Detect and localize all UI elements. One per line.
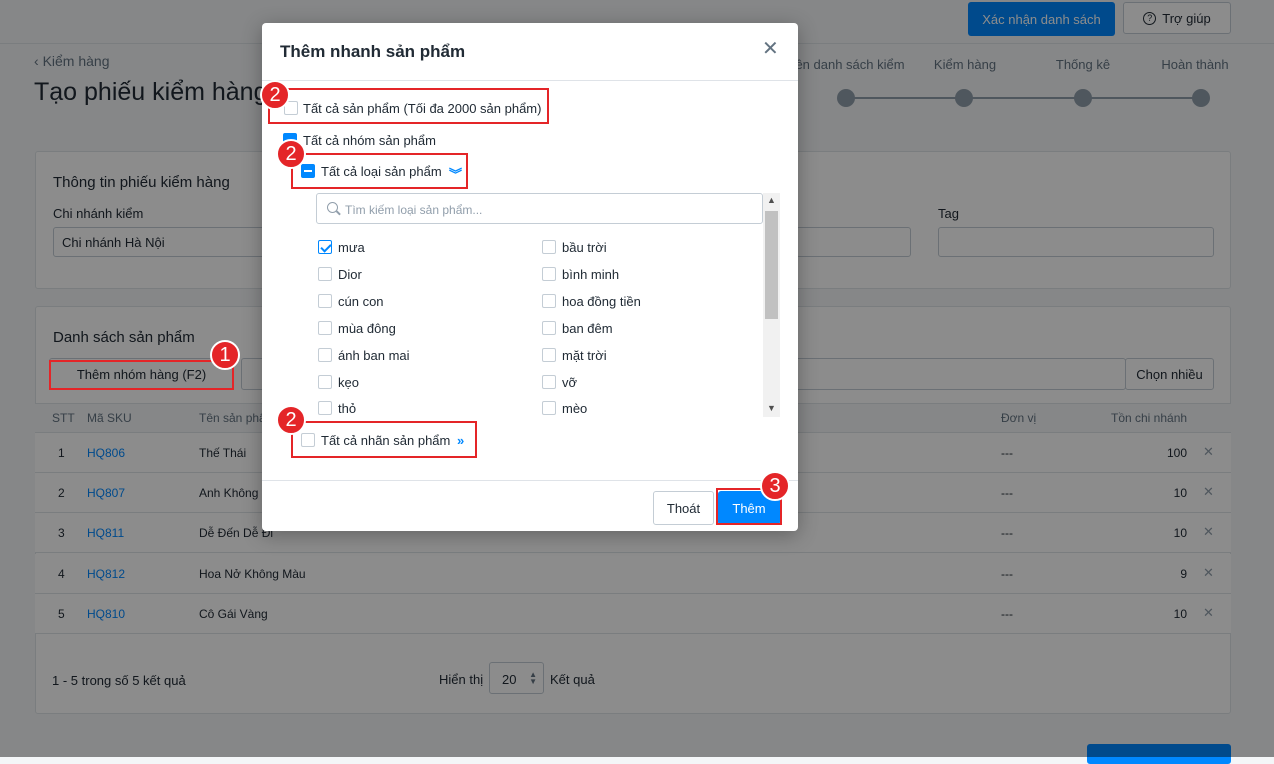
type-search-input[interactable]: Tìm kiếm loại sản phẩm... — [316, 193, 763, 224]
type-checkbox[interactable] — [542, 348, 556, 362]
type-checkbox[interactable] — [318, 294, 332, 308]
type-option: bầu trời — [562, 240, 607, 255]
type-option: hoa đồng tiền — [562, 294, 641, 309]
type-checkbox[interactable] — [318, 321, 332, 335]
cancel-button[interactable]: Thoát — [653, 491, 714, 525]
type-checkbox[interactable] — [542, 267, 556, 281]
type-option: ánh ban mai — [338, 348, 410, 363]
type-search-placeholder: Tìm kiếm loại sản phẩm... — [345, 203, 483, 217]
annotation-badge: 1 — [210, 340, 240, 370]
type-checkbox[interactable] — [318, 348, 332, 362]
type-checkbox[interactable] — [542, 240, 556, 254]
type-checkbox[interactable] — [542, 321, 556, 335]
type-checkbox[interactable] — [542, 375, 556, 389]
type-option: mặt trời — [562, 348, 607, 363]
type-option: bình minh — [562, 267, 620, 282]
modal-title: Thêm nhanh sản phẩm — [280, 42, 466, 61]
annotation-box — [49, 360, 234, 390]
type-checkbox[interactable] — [318, 267, 332, 281]
type-checkbox[interactable] — [318, 240, 332, 254]
scroll-up-icon: ▲ — [767, 195, 776, 205]
annotation-badge: 3 — [760, 471, 790, 501]
type-option: mèo — [562, 401, 588, 416]
scrollbar-thumb[interactable] — [765, 211, 778, 319]
annotation-badge: 2 — [260, 80, 290, 110]
type-option: mưa — [338, 240, 365, 255]
type-option: ban đêm — [562, 321, 613, 336]
type-checkbox[interactable] — [318, 375, 332, 389]
type-option: vỡ — [562, 375, 578, 390]
type-checkbox[interactable] — [318, 401, 332, 415]
type-option: mùa đông — [338, 321, 396, 336]
close-icon[interactable]: ✕ — [762, 36, 779, 61]
type-option: cún con — [338, 294, 384, 309]
type-option: Dior — [338, 267, 362, 282]
annotation-box — [291, 153, 468, 189]
search-icon-handle — [336, 210, 341, 216]
type-option: kẹo — [338, 375, 359, 390]
annotation-box — [291, 421, 477, 458]
annotation-box — [268, 88, 549, 124]
modal-header: Thêm nhanh sản phẩm ✕ — [262, 23, 798, 81]
type-checkbox[interactable] — [542, 294, 556, 308]
annotation-badge: 2 — [276, 405, 306, 435]
type-checkbox[interactable] — [542, 401, 556, 415]
annotation-badge: 2 — [276, 139, 306, 169]
scroll-down-icon: ▼ — [767, 403, 776, 413]
type-list-scrollbar[interactable]: ▲ ▼ — [763, 193, 780, 417]
type-option: thỏ — [338, 401, 357, 416]
all-groups-label: Tất cả nhóm sản phẩm — [303, 133, 436, 148]
